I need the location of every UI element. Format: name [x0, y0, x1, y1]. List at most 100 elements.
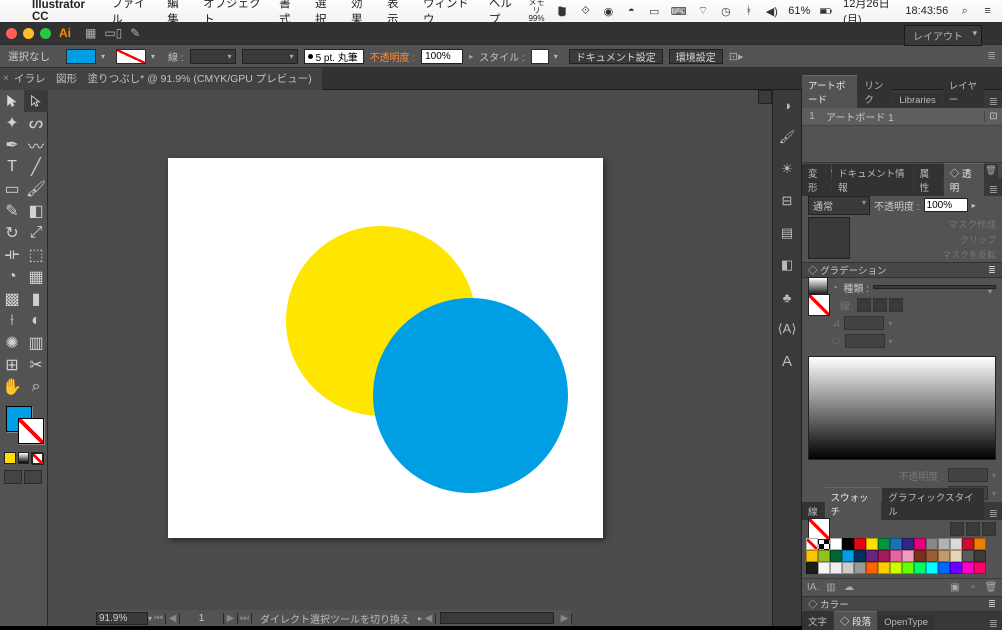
swatch-kinds-menu[interactable]: ▥ — [824, 581, 838, 595]
swatch-item[interactable] — [950, 538, 962, 550]
evernote-icon[interactable] — [556, 3, 569, 19]
titlebar-arrange-icon[interactable]: ▭▯ — [104, 26, 122, 40]
tab-graphic-styles[interactable]: グラフィックスタイル — [882, 488, 983, 520]
tab-docinfo[interactable]: ドキュメント情報 — [832, 164, 912, 196]
transparency-thumbnail[interactable] — [808, 217, 850, 259]
swatch-item[interactable] — [866, 550, 878, 562]
shaper-tool[interactable]: ✎ — [0, 200, 24, 222]
zoom-level-input[interactable]: 91.9% — [96, 612, 148, 625]
titlebar-search-icon[interactable]: ✎ — [130, 26, 140, 40]
swatch-item[interactable] — [842, 562, 854, 574]
close-tab-icon[interactable]: × — [3, 73, 9, 84]
swatch-item[interactable] — [950, 550, 962, 562]
stroke-grad-across[interactable] — [889, 298, 903, 312]
character-panel-icon[interactable]: A — [778, 352, 796, 370]
variable-width-dropdown[interactable] — [242, 49, 298, 64]
gradient-angle-input[interactable] — [844, 316, 884, 330]
column-graph-tool[interactable]: ▥ — [24, 332, 48, 354]
gradient-panel-menu[interactable]: ≣ — [988, 265, 996, 276]
workspace-switcher[interactable]: レイアウト — [904, 25, 982, 46]
swatch-item[interactable] — [890, 550, 902, 562]
swatch-library-menu[interactable]: IA. — [806, 581, 820, 595]
swatch-options[interactable]: ☁ — [842, 581, 856, 595]
stroke-panel-icon[interactable]: ⊟ — [778, 192, 796, 210]
swatch-item[interactable] — [890, 538, 902, 550]
prev-artboard-button[interactable]: ◀ — [166, 613, 180, 624]
gradient-type-dropdown[interactable] — [873, 285, 996, 289]
new-swatch[interactable]: ▫ — [966, 581, 980, 595]
transparency-panel-menu[interactable]: ≣ — [985, 183, 1002, 196]
scale-tool[interactable]: ⤢ — [24, 222, 48, 244]
pen-tool[interactable]: ✒ — [0, 134, 24, 156]
curvature-tool[interactable]: 〰 — [24, 134, 48, 156]
time-display[interactable]: 18:43:56 — [905, 5, 948, 17]
clock-icon[interactable]: ◷ — [720, 3, 733, 19]
notification-center-icon[interactable]: ≡ — [981, 3, 994, 19]
creative-cloud-icon[interactable]: ◉ — [602, 3, 615, 19]
clip-checkbox-label[interactable]: クリップ — [960, 233, 996, 246]
swatch-item[interactable] — [818, 562, 830, 574]
hand-tool[interactable]: ✋ — [0, 376, 24, 398]
close-window-button[interactable] — [6, 28, 17, 39]
swatch-item[interactable] — [938, 562, 950, 574]
canvas[interactable]: 91.9% ▾ ⏮ ◀ 1 ▶ ⏭ ダイレクト選択ツールを切り換え ▸ ◀ ▶ — [48, 90, 772, 626]
magic-wand-tool[interactable]: ✦ — [0, 112, 24, 134]
swatch-item[interactable] — [914, 562, 926, 574]
tab-opentype[interactable]: OpenType — [878, 615, 934, 630]
line-segment-tool[interactable]: ╱ — [24, 156, 48, 178]
battery-pct[interactable]: 61% — [788, 5, 810, 17]
swatch-item[interactable] — [938, 538, 950, 550]
brush-selector[interactable]: 5 pt. 丸筆 — [304, 49, 364, 64]
swatch-item[interactable] — [806, 550, 818, 562]
next-artboard-button[interactable]: ▶ — [224, 613, 238, 624]
volume-icon[interactable]: ◀) — [765, 3, 778, 19]
color-mode-color[interactable] — [4, 452, 16, 464]
spotlight-icon[interactable]: ⌕ — [958, 3, 971, 19]
artboard-list-row[interactable]: 1 アートボード 1 ⊡ — [802, 108, 1002, 126]
blend-tool[interactable]: ◐ — [24, 310, 48, 332]
swatch-item[interactable] — [902, 550, 914, 562]
document-tab[interactable]: × イラレ 図形 塗りつぶし* @ 91.9% (CMYK/GPU プレビュー) — [0, 68, 322, 90]
symbol-sprayer-tool[interactable]: ✺ — [0, 332, 24, 354]
gradient-fill-stroke[interactable] — [808, 294, 830, 316]
swatch-item[interactable] — [974, 538, 986, 550]
swatch-item[interactable] — [842, 538, 854, 550]
shape-builder-tool[interactable]: ◔ — [0, 266, 24, 288]
swatch-item[interactable] — [962, 562, 974, 574]
swatch-item[interactable] — [866, 562, 878, 574]
eyedropper-tool[interactable]: ⟊ — [0, 310, 24, 332]
align-panel-icon[interactable]: ▤ — [778, 224, 796, 242]
artboard-number[interactable]: 1 — [180, 613, 224, 624]
swatch-item[interactable] — [950, 562, 962, 574]
screen-mode-button[interactable] — [24, 470, 42, 484]
swatch-item[interactable] — [830, 538, 842, 550]
tab-character[interactable]: 文字 — [802, 612, 833, 630]
color-panel-menu[interactable]: ≣ — [988, 599, 996, 610]
draw-mode-normal[interactable] — [4, 470, 22, 484]
make-mask-button[interactable]: マスク作成 — [948, 217, 996, 231]
gradient-aspect-input[interactable] — [845, 334, 885, 348]
artboard-orientation-icon[interactable]: ⊡ — [984, 111, 1002, 122]
swatch-item[interactable] — [974, 550, 986, 562]
slice-tool[interactable]: ✂ — [24, 354, 48, 376]
gradient-ramp[interactable] — [808, 356, 996, 460]
width-tool[interactable]: ⟛ — [0, 244, 24, 266]
swatch-item[interactable] — [878, 562, 890, 574]
swatch-item[interactable] — [854, 538, 866, 550]
swatch-item[interactable] — [866, 538, 878, 550]
tab-transparency[interactable]: ◇ 透明 — [944, 163, 984, 196]
character-panel-menu[interactable]: ≣ — [985, 617, 1002, 630]
zoom-tool[interactable]: ⌕ — [24, 376, 48, 398]
swatch-item[interactable] — [926, 538, 938, 550]
glyphs-icon[interactable]: ⟨A⟩ — [778, 320, 796, 338]
swatch-item[interactable] — [902, 538, 914, 550]
swatch-item[interactable] — [926, 550, 938, 562]
new-color-group[interactable]: ▣ — [948, 581, 962, 595]
keyboard-icon[interactable]: ⌨ — [671, 3, 687, 19]
swatch-item[interactable] — [962, 550, 974, 562]
battery-icon[interactable] — [820, 3, 833, 19]
swatch-item[interactable] — [818, 550, 830, 562]
horizontal-scrollbar[interactable] — [440, 612, 554, 624]
selection-tool[interactable] — [0, 90, 24, 112]
gradient-tool[interactable]: ▮ — [24, 288, 48, 310]
